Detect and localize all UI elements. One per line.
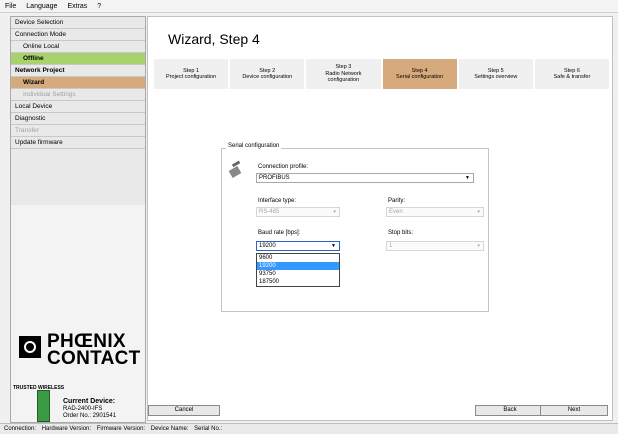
baud-rate-label: Baud rate [bps]: [258,230,301,236]
current-device-model: RAD-2400-IFS [63,406,103,412]
chevron-down-icon: ▼ [331,243,336,249]
parity-label: Parity: [388,198,406,204]
phoenix-logo-icon [19,336,41,358]
step-3[interactable]: Step 3 Radio Network configuration [306,59,381,89]
step-5[interactable]: Step 5 Settings overview [458,59,533,89]
current-device-order: Order No.: 2901541 [63,413,117,419]
chevron-down-icon: ▾ [333,209,336,215]
baud-rate-select[interactable]: 19200 ▼ [256,241,340,251]
step-1[interactable]: Step 1 Project configuration [154,59,229,89]
step-6[interactable]: Step 6 Safe & transfer [534,59,610,89]
stop-bits-label: Stop bits: [388,230,414,236]
connection-profile-select[interactable]: PROFIBUS ▼ [256,173,474,183]
step-2[interactable]: Step 2 Device configuration [230,59,305,89]
menu-bar: File Language Extras ? [0,0,618,13]
device-info-panel: PHŒNIX CONTACT TRUSTED WIRELESS Current … [11,205,145,422]
baud-option-selected[interactable]: 19200 [257,262,339,270]
connection-profile-label: Connection profile: [258,164,309,170]
status-serial-no: Serial No.: [194,426,223,432]
sidebar-item-wizard[interactable]: Wizard [11,77,145,89]
sidebar-item-transfer[interactable]: Transfer [11,125,145,137]
chevron-down-icon: ▾ [477,209,480,215]
status-firmware: Firmware Version: [96,426,146,432]
menu-extras[interactable]: Extras [62,3,92,10]
sidebar-item-update-firmware[interactable]: Update firmware [11,137,145,149]
sidebar-item-local-device[interactable]: Local Device [11,101,145,113]
menu-help[interactable]: ? [92,3,106,10]
sidebar-item-network-project[interactable]: Network Project [11,65,145,77]
sidebar-item-device-selection[interactable]: Device Selection [11,17,145,29]
baud-option[interactable]: 93750 [257,270,339,278]
sidebar-item-online-local[interactable]: Online Local [11,41,145,53]
device-image [37,390,50,422]
menu-language[interactable]: Language [21,3,62,10]
next-button[interactable]: Next [540,405,608,416]
interface-type-select[interactable]: RS-485 ▾ [256,207,340,217]
chevron-down-icon: ▼ [465,175,470,181]
sidebar-item-individual-settings[interactable]: Individual Settings [11,89,145,101]
baud-option[interactable]: 9600 [257,254,339,262]
parity-select[interactable]: Even ▾ [386,207,484,217]
serial-config-legend: Serial configuration [226,143,282,149]
wizard-panel: Wizard, Step 4 Step 1 Project configurati… [147,16,613,421]
current-device-info: Current Device: RAD-2400-IFS Order No.: … [63,398,116,420]
cancel-button[interactable]: Cancel [148,405,220,416]
status-device-name: Device Name: [150,426,189,432]
step-4[interactable]: Step 4 Serial configuration [382,59,457,89]
sidebar-item-diagnostic[interactable]: Diagnostic [11,113,145,125]
back-button[interactable]: Back [475,405,545,416]
chevron-down-icon: ▾ [477,243,480,249]
status-hardware: Hardware Version: [41,426,92,432]
baud-option[interactable]: 187500 [257,278,339,286]
sidebar-item-connection-mode[interactable]: Connection Mode [11,29,145,41]
interface-type-label: Interface type: [258,198,297,204]
sidebar: Device Selection Connection Mode Online … [10,16,146,423]
wizard-steps: Step 1 Project configuration Step 2 Device… [154,59,610,89]
menu-file[interactable]: File [0,3,21,10]
phoenix-contact-logo: PHŒNIX CONTACT [47,331,141,369]
stop-bits-select[interactable]: 1 ▾ [386,241,484,251]
status-bar: Connection: Hardware Version: Firmware V… [0,423,618,434]
status-connection: Connection: [4,426,37,432]
baud-rate-dropdown-list: 9600 19200 93750 187500 [256,253,340,287]
page-title: Wizard, Step 4 [168,31,260,47]
sidebar-item-offline[interactable]: Offline [11,53,145,65]
current-device-label: Current Device: [63,398,116,405]
